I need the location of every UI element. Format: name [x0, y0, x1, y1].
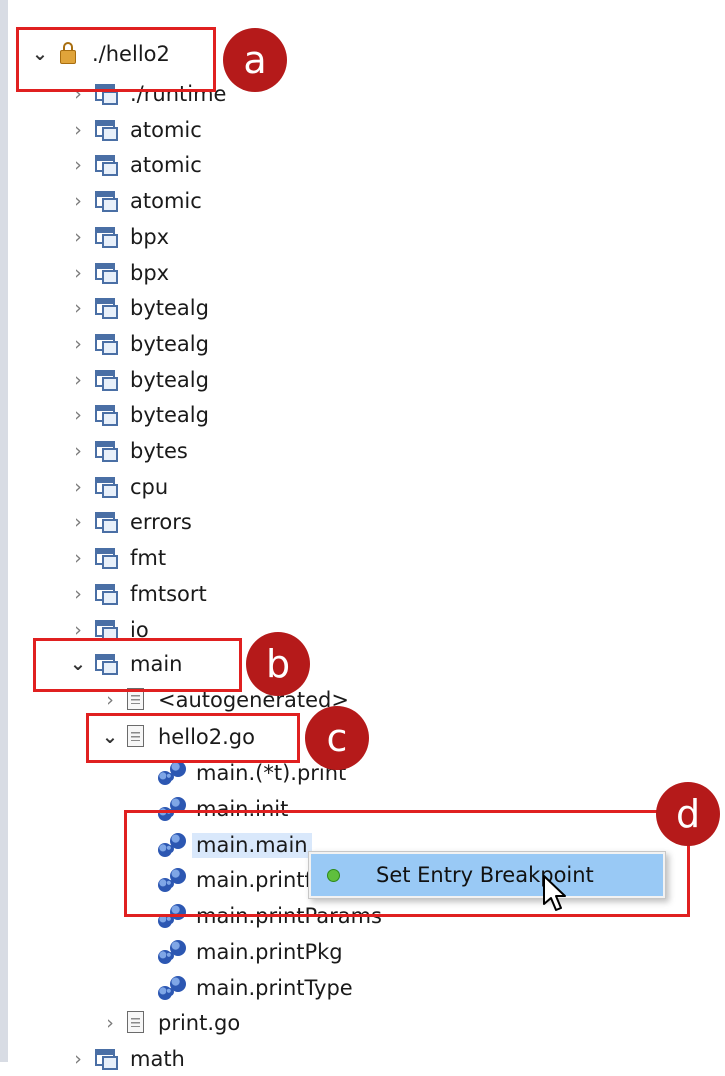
- chevron-right-icon[interactable]: ›: [66, 118, 90, 142]
- package-icon: [94, 403, 120, 427]
- chevron-right-icon[interactable]: ›: [66, 225, 90, 249]
- tree-item-package[interactable]: › bytes: [66, 434, 188, 468]
- chevron-right-icon[interactable]: ›: [66, 546, 90, 570]
- callout-badge-a: a: [223, 28, 287, 92]
- breakpoint-icon: [327, 868, 340, 882]
- function-gear-icon: [156, 938, 190, 966]
- tree-item-package[interactable]: › fmtsort: [66, 577, 207, 611]
- tree-item-package-label: errors: [130, 509, 192, 534]
- package-icon: [94, 332, 120, 356]
- package-icon: [94, 510, 120, 534]
- package-icon: [94, 368, 120, 392]
- tree-item-package[interactable]: › atomic: [66, 148, 202, 182]
- tree-item-package-label: cpu: [130, 474, 169, 499]
- tree-item-package-label: atomic: [130, 117, 202, 142]
- tree-item-package-label: bytealg: [130, 331, 209, 356]
- tree-item-print-go[interactable]: › print.go: [98, 1006, 240, 1040]
- chevron-right-icon[interactable]: ›: [66, 261, 90, 285]
- chevron-right-icon[interactable]: ›: [66, 153, 90, 177]
- chevron-right-icon[interactable]: ›: [66, 510, 90, 534]
- chevron-right-icon[interactable]: ›: [66, 403, 90, 427]
- package-icon: [94, 475, 120, 499]
- tree-item-package[interactable]: › bpx: [66, 256, 169, 290]
- tree-item-print-label: print.go: [158, 1010, 241, 1035]
- callout-box-c: [86, 713, 300, 763]
- package-icon: [94, 261, 120, 285]
- file-icon: [126, 1010, 146, 1036]
- package-icon: [94, 296, 120, 320]
- tree-item-package[interactable]: › fmt: [66, 541, 166, 575]
- context-menu: Set Entry Breakpoint: [308, 851, 666, 899]
- tree-item-package-label: bpx: [130, 260, 170, 285]
- package-icon: [94, 153, 120, 177]
- package-icon: [94, 118, 120, 142]
- chevron-right-icon[interactable]: ›: [66, 439, 90, 463]
- tree-item-autogenerated-label: <autogenerated>: [158, 687, 349, 712]
- chevron-right-icon[interactable]: ›: [66, 368, 90, 392]
- tree-item-package[interactable]: › bytealg: [66, 327, 209, 361]
- tree-item-package[interactable]: › errors: [66, 505, 192, 539]
- package-icon: [94, 225, 120, 249]
- callout-badge-c: c: [305, 706, 369, 770]
- menu-item-set-entry-breakpoint[interactable]: Set Entry Breakpoint: [311, 854, 663, 896]
- package-icon: [94, 189, 120, 213]
- tree-item-package[interactable]: › bpx: [66, 220, 169, 254]
- tree-item-package-label: atomic: [130, 188, 202, 213]
- function-gear-icon: [156, 974, 190, 1002]
- chevron-right-icon[interactable]: ›: [66, 296, 90, 320]
- tree-item-package[interactable]: › atomic: [66, 113, 202, 147]
- callout-badge-b: b: [246, 632, 310, 696]
- tree-item-package-label: bytealg: [130, 367, 209, 392]
- chevron-right-icon[interactable]: ›: [66, 189, 90, 213]
- package-icon: [94, 546, 120, 570]
- mouse-cursor-icon: [543, 875, 566, 911]
- tree-item-package-label: bytealg: [130, 402, 209, 427]
- chevron-right-icon[interactable]: ›: [98, 1011, 122, 1035]
- chevron-right-icon[interactable]: ›: [66, 1047, 90, 1071]
- tree-item-function[interactable]: main.printPkg: [156, 935, 343, 969]
- package-icon: [94, 1047, 120, 1071]
- callout-box-a: [16, 27, 216, 92]
- tree-item-function[interactable]: main.printType: [156, 971, 353, 1005]
- function-gear-icon: [156, 759, 190, 787]
- package-icon: [94, 582, 120, 606]
- tree-item-package[interactable]: › bytealg: [66, 363, 209, 397]
- tree-item-function-label: main.printType: [196, 975, 353, 1000]
- chevron-right-icon[interactable]: ›: [66, 475, 90, 499]
- tree-item-math-label: math: [130, 1046, 185, 1071]
- tree-item-math-package[interactable]: › math: [66, 1042, 185, 1076]
- panel-left-border: [0, 0, 8, 1062]
- package-icon: [94, 439, 120, 463]
- tree-item-package-label: fmt: [130, 545, 167, 570]
- tree-item-package-label: bytealg: [130, 295, 209, 320]
- tree-item-package[interactable]: › cpu: [66, 470, 168, 504]
- tree-item-package-label: bpx: [130, 224, 170, 249]
- tree-item-package-label: atomic: [130, 152, 202, 177]
- tree-item-package-label: fmtsort: [130, 581, 207, 606]
- chevron-right-icon[interactable]: ›: [66, 582, 90, 606]
- tree-item-package[interactable]: › atomic: [66, 184, 202, 218]
- tree-item-package[interactable]: › bytealg: [66, 291, 209, 325]
- tree-item-function-label: main.printPkg: [196, 939, 343, 964]
- callout-badge-d: d: [656, 782, 720, 846]
- tree-item-package-label: bytes: [130, 438, 188, 463]
- callout-box-b: [33, 638, 242, 692]
- tree-item-package[interactable]: › bytealg: [66, 398, 209, 432]
- chevron-right-icon[interactable]: ›: [66, 332, 90, 356]
